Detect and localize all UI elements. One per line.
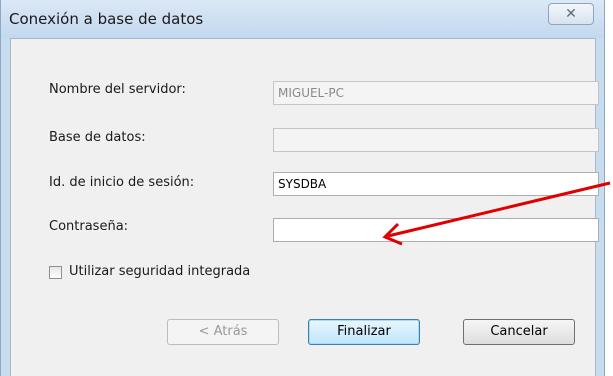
finish-button[interactable]: Finalizar xyxy=(308,319,420,345)
integrated-security-checkbox[interactable] xyxy=(49,266,62,279)
dialog-body: Nombre del servidor: MIGUEL-PC Base de d… xyxy=(10,38,599,376)
server-name-field: MIGUEL-PC xyxy=(273,81,599,105)
server-name-label: Nombre del servidor: xyxy=(49,82,186,97)
database-label: Base de datos: xyxy=(49,130,146,145)
login-id-label: Id. de inicio de sesión: xyxy=(49,175,195,190)
integrated-security-label[interactable]: Utilizar seguridad integrada xyxy=(69,264,250,279)
login-id-input[interactable]: SYSDBA xyxy=(273,172,599,196)
password-label: Contraseña: xyxy=(49,219,129,234)
dialog-title: Conexión a base de datos xyxy=(9,10,204,28)
close-icon: ✕ xyxy=(565,6,577,22)
password-input[interactable] xyxy=(273,218,599,242)
back-button: < Atrás xyxy=(167,319,279,345)
close-button[interactable]: ✕ xyxy=(548,3,594,25)
cancel-button[interactable]: Cancelar xyxy=(463,319,575,345)
database-field xyxy=(273,128,599,152)
connection-dialog: Conexión a base de datos ✕ Nombre del se… xyxy=(0,0,605,376)
title-bar[interactable]: Conexión a base de datos ✕ xyxy=(1,0,604,38)
